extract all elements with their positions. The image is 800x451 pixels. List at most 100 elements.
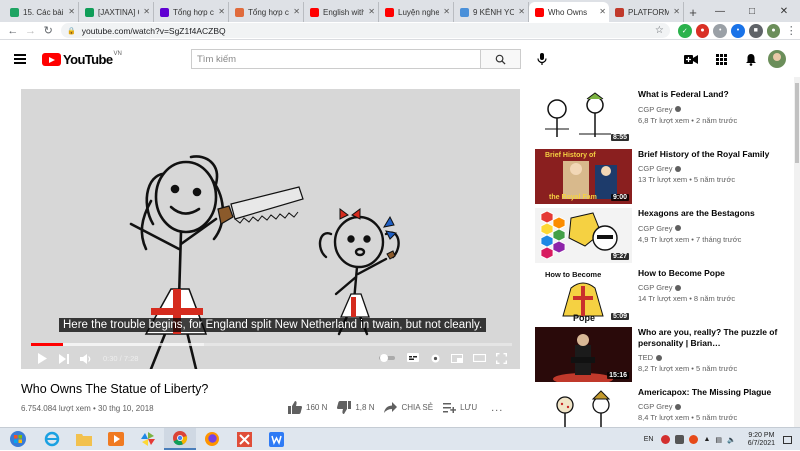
related-video-title[interactable]: How to Become Pope [638, 268, 778, 279]
related-video-title[interactable]: Americapox: The Missing Plague [638, 387, 778, 398]
network-icon[interactable]: ▤ [715, 436, 722, 444]
related-video-item[interactable]: Brief History of the Royal Fam 9:00 Brief H… [535, 148, 785, 209]
internet-explorer-icon[interactable] [36, 428, 68, 450]
save-button[interactable]: LƯU [443, 402, 477, 413]
video-player[interactable]: Here the trouble begins, for England spl… [21, 89, 520, 369]
dislike-button[interactable]: 1,8 N [337, 401, 374, 414]
youtube-logo[interactable]: YouTube VN [42, 51, 122, 67]
related-video-item[interactable]: 15:16 Who are you, really? The puzzle of … [535, 327, 785, 387]
autoplay-toggle[interactable] [374, 349, 402, 367]
channel-name[interactable]: CGP Grey [638, 105, 672, 114]
video-thumbnail[interactable]: 8:55 [535, 89, 632, 144]
close-tab-icon[interactable]: ✕ [293, 7, 300, 16]
reload-icon[interactable]: ↻ [39, 22, 57, 40]
like-button[interactable]: 160 N [288, 401, 327, 414]
fullscreen-icon[interactable] [490, 349, 512, 367]
wps-office-icon[interactable] [260, 428, 292, 450]
language-indicator[interactable]: EN [644, 436, 654, 443]
channel-name[interactable]: CGP Grey [638, 224, 672, 233]
apps-grid-icon[interactable] [706, 50, 736, 68]
close-tab-icon[interactable]: ✕ [518, 7, 525, 16]
channel-name[interactable]: TED [638, 353, 653, 362]
speaker-icon[interactable]: 🔈 [727, 436, 736, 444]
channel-name[interactable]: CGP Grey [638, 402, 672, 411]
video-thumbnail[interactable]: How to Become Pope 5:09 [535, 267, 632, 323]
close-window-icon[interactable]: ✕ [768, 0, 800, 22]
address-bar[interactable]: 🔒 youtube.com/watch?v=SgZ1f4ACZBQ ☆ [61, 23, 670, 38]
video-thumbnail[interactable]: 15:16 [535, 327, 632, 382]
search-button[interactable] [480, 50, 520, 68]
tray-orange-icon[interactable] [689, 435, 699, 444]
extension-blue-icon[interactable]: • [731, 23, 745, 38]
chrome-taskbar-icon[interactable] [164, 428, 196, 450]
browser-tab[interactable]: 15. Các bài S ✕ [4, 2, 79, 22]
browser-tab[interactable]: PLATFORM ✕ [609, 2, 684, 22]
close-tab-icon[interactable]: ✕ [143, 7, 150, 16]
bookmark-star-icon[interactable]: ☆ [655, 25, 664, 36]
extension-puzzle-icon[interactable]: ■ [748, 23, 763, 38]
notifications-bell-icon[interactable] [736, 50, 766, 68]
related-video-title[interactable]: Hexagons are the Bestagons [638, 208, 778, 219]
media-player-icon[interactable] [100, 428, 132, 450]
close-tab-icon[interactable]: ✕ [218, 7, 225, 16]
browser-menu-icon[interactable]: ⋮ [782, 22, 800, 40]
close-tab-icon[interactable]: ✕ [673, 7, 680, 16]
create-video-icon[interactable] [676, 50, 706, 68]
page-scrollbar[interactable] [794, 77, 800, 427]
back-arrow-icon[interactable]: ← [4, 22, 22, 40]
profile-avatar-icon[interactable]: ● [766, 23, 781, 38]
video-thumbnail[interactable]: 9:27 [535, 208, 632, 263]
channel-name[interactable]: CGP Grey [638, 164, 672, 173]
browser-tab[interactable]: English with ✕ [304, 2, 379, 22]
volume-icon[interactable] [75, 350, 97, 368]
new-tab-icon[interactable]: + [684, 2, 702, 22]
related-video-item[interactable]: How to Become Pope 5:09 How to Become Pope C… [535, 267, 785, 328]
miniplayer-icon[interactable] [446, 349, 468, 367]
video-thumbnail[interactable]: Brief History of the Royal Fam 9:00 [535, 148, 632, 204]
microphone-icon[interactable] [534, 51, 550, 67]
snipping-tool-icon[interactable] [228, 428, 260, 450]
windows-start-icon[interactable] [0, 428, 36, 451]
browser-tab[interactable]: [JAXTINA] C ✕ [79, 2, 154, 22]
extension-red-icon[interactable]: ● [695, 23, 710, 38]
browser-tab[interactable]: 9 KÊNH YO ✕ [454, 2, 529, 22]
close-tab-icon[interactable]: ✕ [68, 7, 75, 16]
progress-bar[interactable] [31, 343, 512, 346]
extension-green-icon[interactable]: ✓ [677, 23, 692, 38]
related-video-title[interactable]: What is Federal Land? [638, 89, 778, 100]
play-icon[interactable] [31, 350, 53, 368]
forward-arrow-icon[interactable]: → [22, 22, 40, 40]
browser-tab[interactable]: Tổng hợp c ✕ [154, 2, 229, 22]
close-tab-icon[interactable]: ✕ [443, 7, 450, 16]
browser-tab[interactable]: Tổng hợp cá ✕ [229, 2, 304, 22]
pinwheel-app-icon[interactable] [132, 428, 164, 450]
hamburger-menu-icon[interactable] [14, 54, 26, 64]
firefox-icon[interactable] [196, 428, 228, 450]
close-tab-icon[interactable]: ✕ [368, 7, 375, 16]
search-input[interactable] [192, 50, 480, 68]
user-avatar[interactable] [768, 50, 786, 68]
extension-gray-icon[interactable]: • [713, 23, 728, 38]
next-video-icon[interactable] [53, 350, 75, 368]
clock[interactable]: 9:20 PM 6/7/2021 [748, 432, 775, 448]
tray-up-arrow-icon[interactable]: ▲ [703, 436, 710, 443]
tray-red-icon[interactable] [661, 435, 671, 444]
notification-center-icon[interactable] [783, 435, 792, 444]
related-video-title[interactable]: Who are you, really? The puzzle of perso… [638, 327, 778, 348]
maximize-icon[interactable]: □ [736, 0, 768, 22]
close-tab-icon[interactable]: ✕ [599, 7, 606, 16]
browser-tab[interactable]: Who Owns ✕ [529, 2, 609, 22]
channel-name[interactable]: CGP Grey [638, 283, 672, 292]
tray-gray-icon[interactable] [675, 435, 685, 444]
minimize-icon[interactable]: — [704, 0, 736, 22]
related-video-title[interactable]: Brief History of the Royal Family [638, 149, 778, 160]
settings-gear-icon[interactable] [424, 349, 446, 367]
related-video-item[interactable]: 9:27 Hexagons are the Bestagons CGP Grey 4,… [535, 208, 785, 268]
related-video-item[interactable]: 8:55 What is Federal Land? CGP Grey 6,8 Tr … [535, 89, 785, 149]
more-options-button[interactable]: ... [491, 402, 503, 414]
share-button[interactable]: CHIA SẺ [384, 402, 433, 413]
browser-tab[interactable]: Luyện nghe ✕ [379, 2, 454, 22]
subtitles-cc-icon[interactable] [402, 349, 424, 367]
theater-mode-icon[interactable] [468, 349, 490, 367]
file-explorer-icon[interactable] [68, 428, 100, 450]
